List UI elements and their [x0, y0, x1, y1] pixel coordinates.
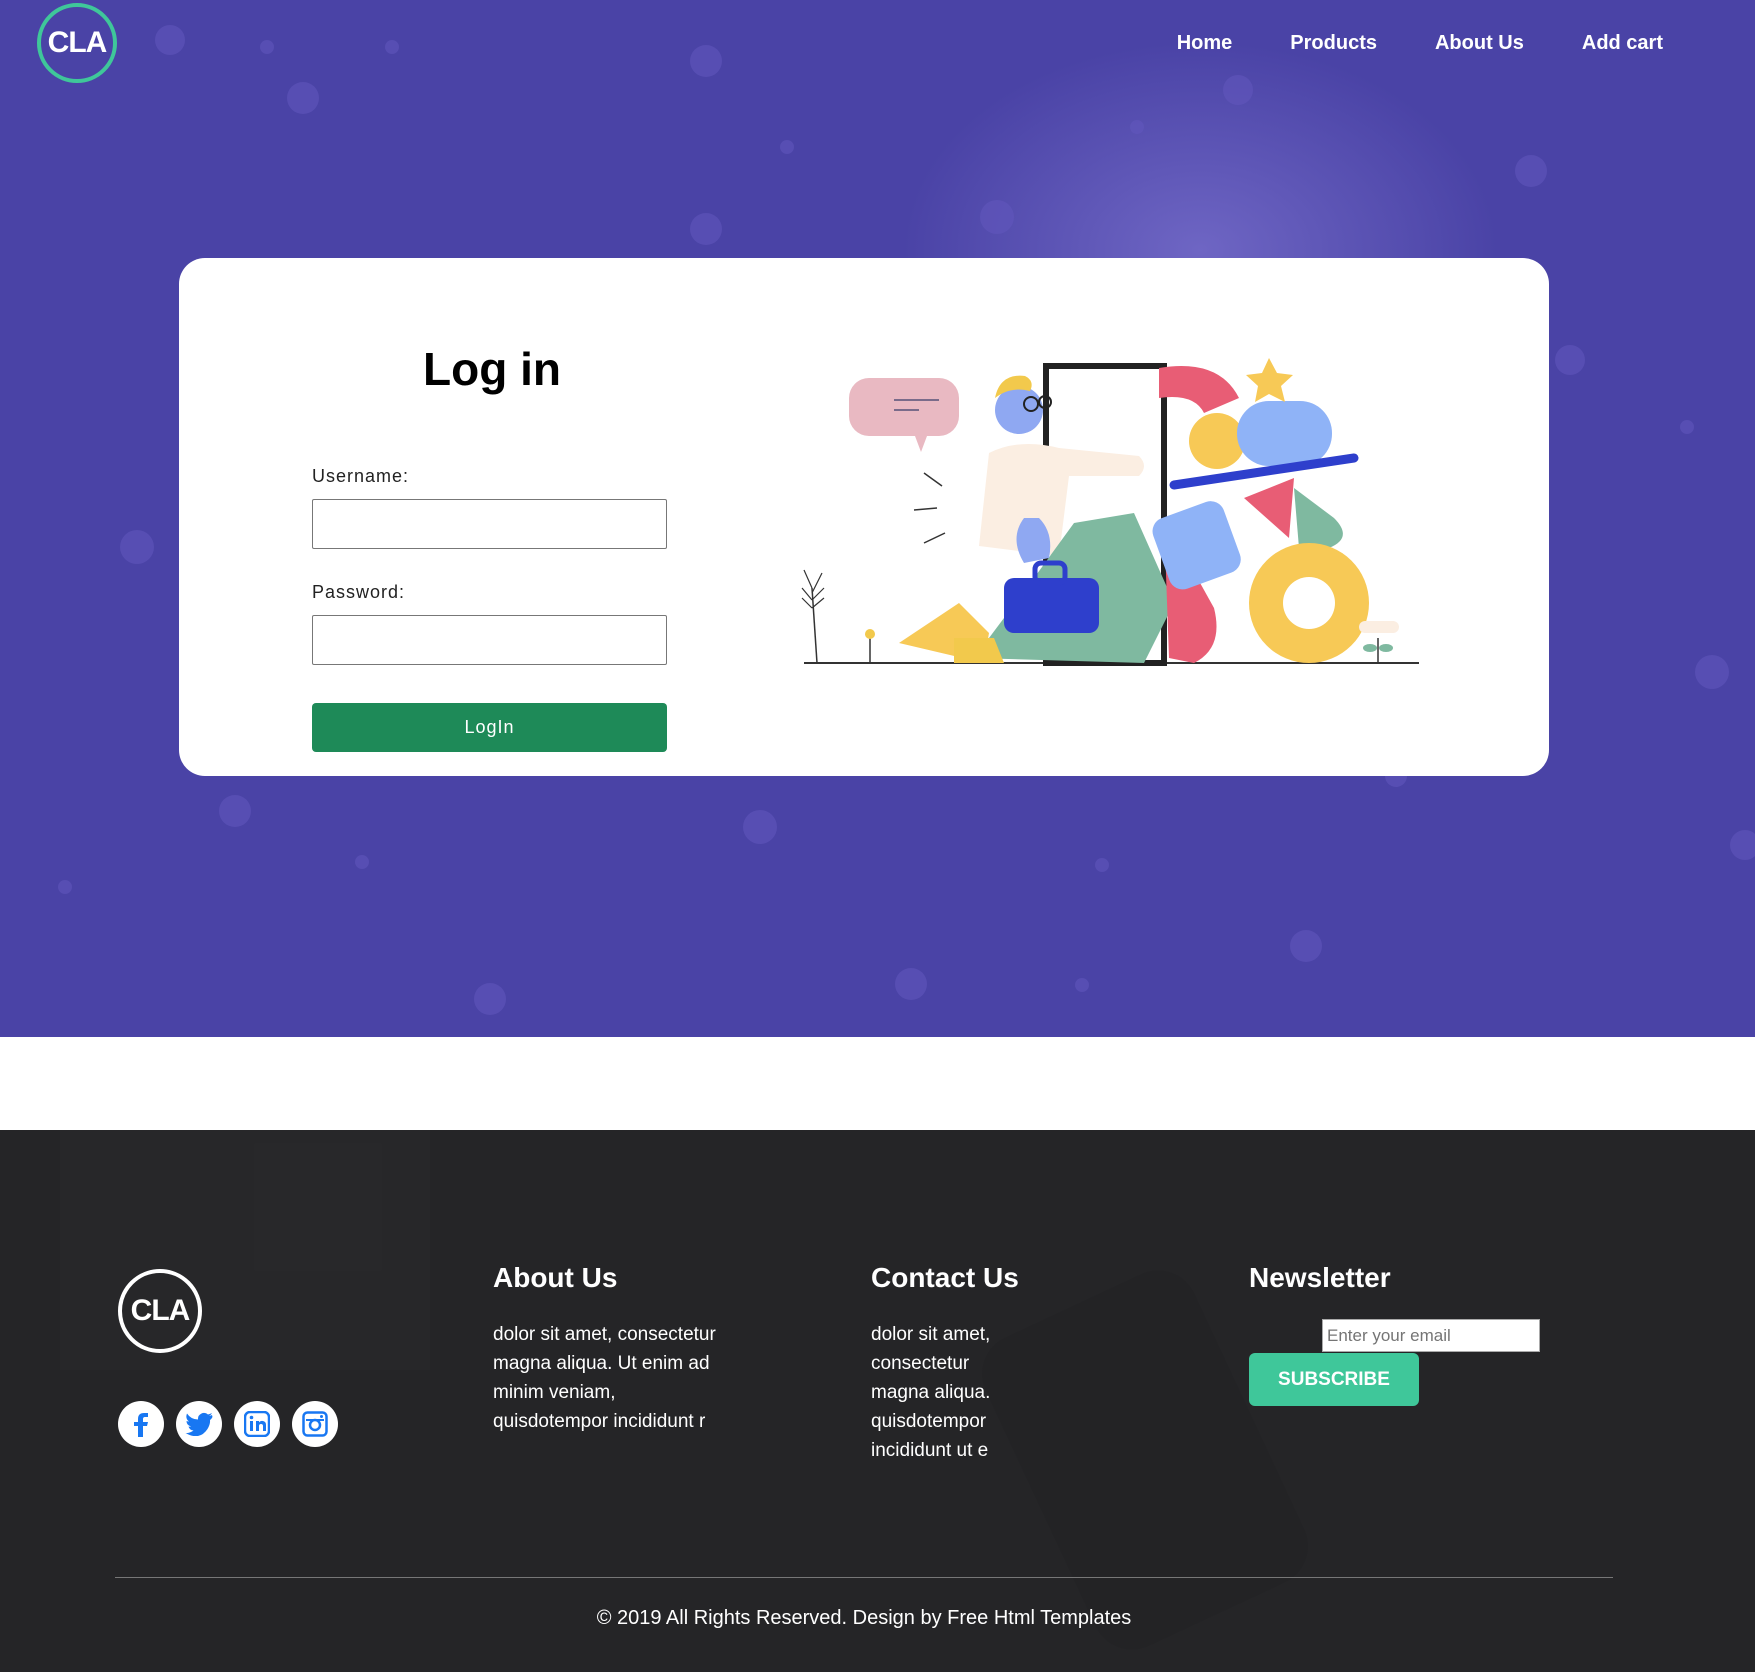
bg-dot — [690, 213, 722, 245]
footer-about-line: minim veniam, — [493, 1382, 616, 1403]
footer-newsletter-title: Newsletter — [1249, 1262, 1391, 1293]
copyright-text: © 2019 All Rights Reserved. Design by Fr… — [596, 1607, 1132, 1629]
bg-dot — [260, 40, 274, 54]
bg-dot — [895, 968, 927, 1000]
footer-bg-shape — [968, 1257, 1322, 1663]
bg-dot — [1695, 655, 1729, 689]
bg-dot — [690, 45, 722, 77]
hero-section: CLA Home Products About Us Add cart Log … — [0, 0, 1755, 1037]
username-label: Username: — [312, 466, 410, 486]
footer-about-text: dolor sit amet, consectetur magna aliqua… — [493, 1320, 716, 1436]
login-button[interactable]: LogIn — [312, 703, 667, 752]
newsletter-email-input[interactable] — [1322, 1319, 1540, 1352]
footer-contact-text: dolor sit amet, consectetur magna aliqua… — [871, 1320, 990, 1465]
footer-contact-line: dolor sit amet, — [871, 1324, 991, 1345]
footer-bg-shape — [60, 1130, 430, 1370]
login-illustration — [801, 358, 1419, 666]
footer-contact-line: magna aliqua. — [871, 1382, 991, 1403]
bg-dot — [1223, 75, 1253, 105]
footer-about-line: dolor sit amet, consectetur — [493, 1324, 716, 1345]
linkedin-icon[interactable] — [234, 1401, 280, 1447]
bg-dot — [58, 880, 72, 894]
footer-contact-title: Contact Us — [871, 1262, 1019, 1293]
instagram-icon[interactable] — [292, 1401, 338, 1447]
login-title: Log in — [423, 343, 561, 395]
nav-home[interactable]: Home — [1177, 32, 1233, 55]
nav-about-us[interactable]: About Us — [1435, 32, 1524, 55]
bg-dot — [1290, 930, 1322, 962]
bg-dot — [385, 40, 399, 54]
footer-about-line: quisdotempor incididunt r — [493, 1411, 706, 1432]
bg-dot — [1555, 345, 1585, 375]
subscribe-button[interactable]: SUBSCRIBE — [1249, 1353, 1419, 1406]
footer-logo[interactable]: CLA — [118, 1269, 202, 1353]
nav-add-cart[interactable]: Add cart — [1582, 32, 1663, 55]
bg-dot — [980, 200, 1014, 234]
bg-dot — [1730, 830, 1755, 860]
password-field[interactable] — [312, 615, 667, 665]
bg-dot — [1680, 420, 1694, 434]
site-footer: CLA About Us dolor sit amet, consectetur… — [0, 1130, 1755, 1672]
login-card: Log in Username: Password: LogIn — [179, 258, 1549, 776]
main-nav: Home Products About Us Add cart — [1177, 32, 1663, 55]
bg-dot — [474, 983, 506, 1015]
footer-about-line: magna aliqua. Ut enim ad — [493, 1353, 710, 1374]
bg-dot — [155, 25, 185, 55]
bg-dot — [780, 140, 794, 154]
footer-contact-line: quisdotempor — [871, 1411, 987, 1432]
footer-divider — [115, 1577, 1613, 1578]
nav-products[interactable]: Products — [1290, 32, 1377, 55]
bg-dot — [219, 795, 251, 827]
twitter-icon[interactable] — [176, 1401, 222, 1447]
bg-dot — [1130, 120, 1144, 134]
bg-dot — [120, 530, 154, 564]
bg-dot — [355, 855, 369, 869]
bg-dot — [1515, 155, 1547, 187]
footer-contact-line: incididunt ut e — [871, 1440, 989, 1461]
bg-dot — [1075, 978, 1089, 992]
site-logo[interactable]: CLA — [37, 3, 117, 83]
bg-dot — [287, 82, 319, 114]
bg-dot — [1095, 858, 1109, 872]
footer-contact-line: consectetur — [871, 1353, 970, 1374]
footer-about-title: About Us — [493, 1262, 618, 1293]
password-label: Password: — [312, 582, 406, 602]
facebook-icon[interactable] — [118, 1401, 164, 1447]
bg-dot — [743, 810, 777, 844]
username-field[interactable] — [312, 499, 667, 549]
